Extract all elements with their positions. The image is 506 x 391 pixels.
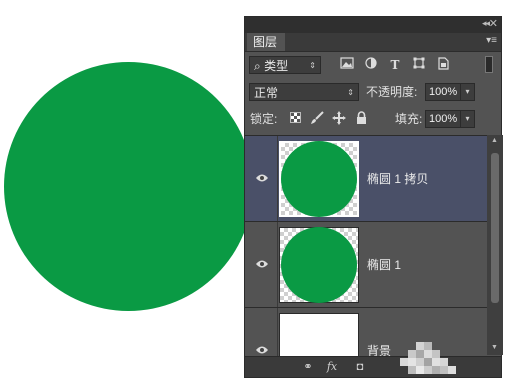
opacity-label: 不透明度:	[366, 85, 418, 99]
canvas-ellipse-shape	[4, 62, 253, 311]
visibility-column	[245, 308, 278, 356]
filter-row: ⌕ 类型 ⇕ T	[245, 53, 501, 77]
lock-label: 锁定:	[250, 112, 278, 126]
watermark-mosaic	[400, 342, 464, 382]
layer-thumbnail	[279, 141, 359, 217]
layer-row-ellipse[interactable]: 椭圆 1	[245, 222, 487, 308]
smart-object-filter-icon[interactable]	[435, 57, 451, 73]
layer-name[interactable]: 椭圆 1 拷贝	[367, 170, 428, 187]
scroll-down-arrow-icon[interactable]: ▼	[491, 344, 498, 351]
eye-visibility-icon[interactable]	[255, 172, 269, 182]
layer-name[interactable]: 背景	[367, 342, 391, 356]
scroll-up-arrow-icon[interactable]: ▲	[491, 137, 498, 144]
fill-dropdown-icon[interactable]: ▾	[461, 110, 475, 128]
dropdown-arrow-icon: ⇕	[309, 61, 316, 70]
fx-layer-style-icon[interactable]: fx	[325, 360, 339, 374]
layers-panel: ◂◂ ✕ 图层 ▾≡ ⌕ 类型 ⇕ T 正常 ⇕ 不透明度: 100% ▾ 锁定…	[244, 16, 503, 378]
tab-layers[interactable]: 图层	[247, 33, 285, 51]
link-layers-icon[interactable]: ⚭	[301, 360, 315, 374]
layers-list: 椭圆 1 拷贝 椭圆 1 背景	[245, 135, 487, 356]
layers-scrollbar[interactable]: ▲ ▼	[487, 135, 503, 355]
scrollbar-thumb[interactable]	[491, 153, 499, 303]
search-icon: ⌕	[254, 59, 261, 73]
filter-toggle-switch[interactable]	[485, 56, 493, 73]
panel-title-bar: ◂◂ ✕	[245, 17, 501, 33]
lock-all-padlock-icon[interactable]	[353, 111, 369, 127]
lock-transparent-pixels-icon[interactable]	[287, 111, 303, 127]
thumbnail-ellipse	[281, 227, 357, 303]
blend-mode-dropdown[interactable]: 正常 ⇕	[249, 83, 359, 101]
filter-type-value: 类型	[264, 59, 289, 73]
layer-filter-dropdown[interactable]: ⌕ 类型 ⇕	[249, 56, 321, 74]
add-mask-icon[interactable]: ◘	[353, 360, 367, 374]
image-filter-icon[interactable]	[339, 57, 355, 73]
layer-row-ellipse-copy[interactable]: 椭圆 1 拷贝	[245, 136, 487, 222]
panel-tab-row: 图层 ▾≡	[245, 33, 501, 52]
opacity-input[interactable]: 100%	[425, 83, 461, 101]
eye-visibility-icon[interactable]	[255, 258, 269, 268]
lock-image-pixels-brush-icon[interactable]	[309, 111, 325, 127]
thumbnail-ellipse	[281, 141, 357, 217]
eye-visibility-icon[interactable]	[255, 344, 269, 354]
lock-position-move-icon[interactable]	[331, 111, 347, 127]
blend-mode-value: 正常	[254, 86, 279, 100]
adjustment-filter-icon[interactable]	[363, 57, 379, 73]
shape-filter-icon[interactable]	[411, 57, 427, 73]
layer-thumbnail	[279, 313, 359, 356]
type-filter-icon[interactable]: T	[387, 57, 403, 73]
visibility-column	[245, 136, 278, 221]
visibility-column	[245, 222, 278, 307]
opacity-dropdown-icon[interactable]: ▾	[461, 83, 475, 101]
layer-thumbnail	[279, 227, 359, 303]
lock-row: 锁定: 填充: 100% ▾	[245, 107, 501, 131]
close-panel-icon[interactable]: ✕	[489, 17, 498, 30]
fill-label: 填充:	[395, 112, 423, 126]
dropdown-arrow-icon: ⇕	[347, 88, 354, 97]
layer-name[interactable]: 椭圆 1	[367, 256, 401, 273]
panel-menu-icon[interactable]: ▾≡	[486, 35, 497, 46]
fill-input[interactable]: 100%	[425, 110, 461, 128]
blend-row: 正常 ⇕ 不透明度: 100% ▾	[245, 80, 501, 104]
